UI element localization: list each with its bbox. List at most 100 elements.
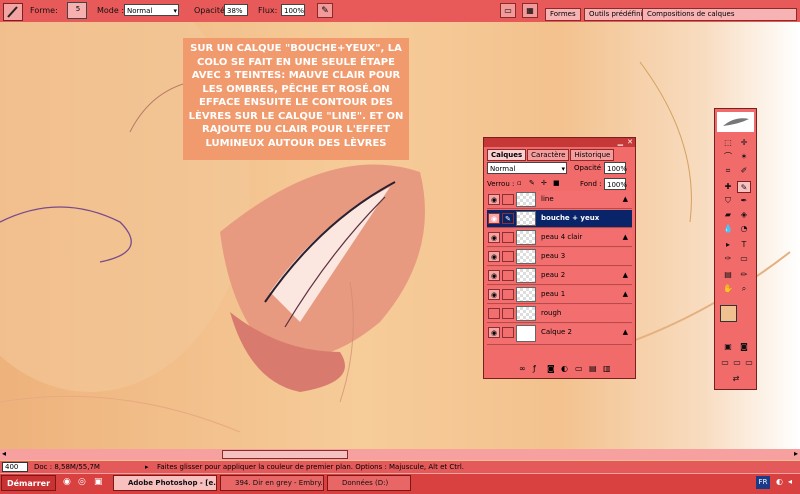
stamp-tool-icon[interactable]: ⛉ [721, 195, 735, 207]
link-layers-icon[interactable]: ∞ [519, 364, 526, 373]
brush-icon[interactable]: ✎ [502, 213, 514, 224]
link-icon[interactable] [502, 289, 514, 300]
quick-mask-icon[interactable]: ◙ [737, 341, 751, 353]
flux-input[interactable]: 100% [281, 4, 305, 16]
media-player-icon[interactable]: ◎ [78, 477, 86, 487]
screen-mode-full-icon[interactable]: ▭ [742, 357, 756, 369]
eye-icon[interactable]: ◉ [488, 251, 500, 262]
tab-compositions-de-calques[interactable]: Compositions de calques [642, 8, 797, 21]
airbrush-toggle[interactable]: ✎ [317, 3, 333, 18]
eyedropper-icon[interactable]: ✏ [737, 269, 751, 281]
brush-size-picker[interactable]: 5 [67, 2, 87, 19]
eye-slot[interactable] [488, 308, 500, 319]
eye-icon[interactable]: ◉ [488, 194, 500, 205]
healing-brush-icon[interactable]: ✚ [721, 181, 735, 193]
opacite-input[interactable]: 38% [224, 4, 248, 16]
eye-icon[interactable]: ◉ [488, 232, 500, 243]
move-tool-icon[interactable]: ✛ [737, 137, 751, 149]
adjustment-icon[interactable]: ◐ [561, 364, 568, 373]
tray-icon[interactable]: ◐ [776, 477, 783, 486]
horizontal-scrollbar[interactable]: ◂ ▸ [0, 449, 800, 460]
notes-tool-icon[interactable]: ▤ [721, 269, 735, 281]
folder-icon[interactable]: ▭ [575, 364, 583, 373]
pen-tool-icon[interactable]: ✑ [721, 253, 735, 265]
layer-style-icon[interactable]: ƒ [533, 364, 536, 373]
layer-actions-bar: ∞ ƒ ◙ ◐ ▭ ▤ ▥ [519, 364, 629, 376]
standard-mode-icon[interactable]: ▣ [721, 341, 735, 353]
zoom-tool-icon[interactable]: ⌕ [737, 283, 751, 295]
eye-icon[interactable]: ◉ [488, 270, 500, 281]
task-photoshop[interactable]: Adobe Photoshop - [e... [113, 475, 217, 491]
scrollbar-thumb[interactable] [222, 450, 348, 459]
new-layer-icon[interactable]: ▤ [589, 364, 597, 373]
paint-bucket-icon[interactable]: ◈ [737, 209, 751, 221]
tab-caractere[interactable]: Caractère [527, 149, 570, 161]
language-indicator[interactable]: FR [756, 476, 770, 489]
history-brush-icon[interactable]: ✒ [737, 195, 751, 207]
crop-tool-icon[interactable]: ⌗ [721, 165, 735, 177]
layer-row-bouche-yeux[interactable]: ◉ ✎ bouche + yeux [487, 210, 632, 228]
volume-icon[interactable]: ◂ [788, 477, 792, 486]
hand-tool-icon[interactable]: ✋ [721, 283, 735, 295]
task-music-player[interactable]: 394. Dir en grey - Embry... [220, 475, 324, 491]
status-arrow-icon[interactable]: ▸ [145, 461, 149, 473]
eye-icon[interactable]: ◉ [488, 327, 500, 338]
type-tool-icon[interactable]: T [737, 239, 751, 251]
blend-mode-select[interactable]: Normal ▾ [487, 162, 567, 174]
fill-input[interactable]: 100% [604, 178, 627, 190]
tab-formes[interactable]: Formes [545, 8, 581, 21]
link-icon[interactable] [502, 308, 514, 319]
eraser-tool-icon[interactable]: ▰ [721, 209, 735, 221]
dodge-tool-icon[interactable]: ◔ [737, 223, 751, 235]
lock-all-icon[interactable]: ■ [553, 179, 560, 187]
blur-tool-icon[interactable]: 💧 [721, 223, 735, 235]
brush-tool-preset-picker[interactable] [3, 3, 23, 21]
magic-wand-icon[interactable]: ✶ [737, 151, 751, 163]
layer-row-peau-1[interactable]: ◉ peau 1 ▲ [487, 286, 632, 304]
eye-icon[interactable]: ◉ [488, 213, 500, 224]
tab-historique[interactable]: Historique [570, 149, 615, 161]
path-selection-icon[interactable]: ▸ [721, 239, 735, 251]
trash-icon[interactable]: ▥ [603, 364, 611, 373]
lasso-tool-icon[interactable]: ⌒ [721, 151, 735, 163]
layer-opacity-input[interactable]: 100% [604, 162, 627, 174]
panel-title-bar[interactable]: ▁ ✕ [484, 138, 635, 147]
shape-tool-icon[interactable]: ▭ [737, 253, 751, 265]
adobe-logo[interactable] [717, 112, 754, 132]
eye-icon[interactable]: ◉ [488, 289, 500, 300]
slice-tool-icon[interactable]: ✐ [737, 165, 751, 177]
link-icon[interactable] [502, 251, 514, 262]
marquee-tool-icon[interactable]: ⬚ [721, 137, 735, 149]
link-icon[interactable] [502, 232, 514, 243]
lock-transparency-icon[interactable]: ▫ [517, 179, 522, 187]
close-icon[interactable]: ✕ [627, 138, 633, 146]
link-icon[interactable] [502, 327, 514, 338]
layer-row-peau-4-clair[interactable]: ◉ peau 4 clair ▲ [487, 229, 632, 247]
zoom-level-input[interactable]: 400 % [2, 462, 28, 480]
layer-row-calque-2[interactable]: ◉ Calque 2 ▲ [487, 324, 632, 345]
palette-well-button[interactable]: ▦ [522, 3, 538, 18]
layer-row-peau-2[interactable]: ◉ peau 2 ▲ [487, 267, 632, 285]
minimize-icon[interactable]: ▁ [618, 138, 623, 146]
file-browser-button[interactable]: ▭ [500, 3, 516, 18]
foreground-color-swatch[interactable] [720, 305, 737, 322]
tab-calques[interactable]: Calques [487, 149, 527, 161]
lock-pixels-icon[interactable]: ✎ [529, 179, 535, 187]
ie-icon[interactable]: ◉ [63, 477, 71, 487]
mask-icon[interactable]: ◙ [547, 364, 555, 373]
imageready-jump-icon[interactable]: ⇄ [729, 373, 743, 385]
layer-row-line[interactable]: ◉ line ▲ [487, 191, 632, 209]
brush-tool-icon[interactable]: ✎ [737, 181, 751, 193]
task-donnees-drive[interactable]: Données (D:) [327, 475, 411, 491]
link-icon[interactable] [502, 194, 514, 205]
scroll-right-icon[interactable]: ▸ [794, 449, 798, 458]
explorer-icon[interactable]: ▣ [94, 477, 103, 487]
mode-select[interactable]: Normal ▾ [124, 4, 179, 16]
lock-position-icon[interactable]: ✛ [541, 179, 547, 187]
scroll-left-icon[interactable]: ◂ [2, 449, 6, 458]
layer-row-rough[interactable]: rough [487, 305, 632, 323]
forme-label: Forme: [30, 6, 58, 15]
link-icon[interactable] [502, 270, 514, 281]
layer-row-peau-3[interactable]: ◉ peau 3 [487, 248, 632, 266]
start-button[interactable]: Démarrer [1, 475, 56, 491]
